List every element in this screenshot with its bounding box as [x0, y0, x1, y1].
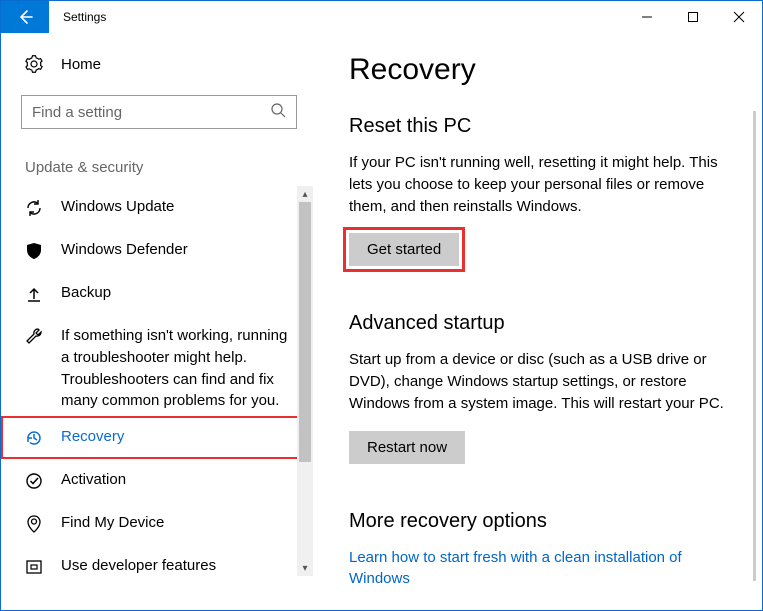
sidebar-item-developer[interactable]: Use developer features	[1, 545, 313, 588]
sidebar-item-label: Windows Defender	[61, 241, 188, 259]
sidebar-item-activation[interactable]: Activation	[1, 459, 313, 502]
sidebar-item-label: Activation	[61, 471, 126, 489]
sidebar-item-windows-update[interactable]: Windows Update	[1, 186, 313, 229]
shield-icon	[25, 242, 43, 260]
scroll-down-icon[interactable]: ▾	[297, 560, 313, 576]
sidebar-item-recovery[interactable]: Recovery	[1, 416, 313, 459]
get-started-button[interactable]: Get started	[349, 233, 459, 266]
sidebar-scrollbar[interactable]: ▴ ▾	[297, 186, 313, 576]
search-placeholder: Find a setting	[32, 104, 122, 121]
restart-now-button[interactable]: Restart now	[349, 431, 465, 464]
sidebar-nav: Windows Update Windows Defender Backup	[1, 186, 313, 588]
section-reset-this-pc: Reset this PC If your PC isn't running w…	[349, 115, 734, 266]
titlebar: Settings	[1, 1, 762, 33]
sidebar-hint-text: If something isn't working, running a tr…	[61, 325, 297, 412]
sidebar-item-label: Use developer features	[61, 557, 216, 575]
sidebar-item-label: Backup	[61, 284, 111, 302]
sync-icon	[25, 199, 43, 217]
backup-icon	[25, 285, 43, 303]
section-title: More recovery options	[349, 510, 734, 533]
wrench-icon	[25, 327, 43, 345]
home-label: Home	[61, 56, 101, 73]
back-button[interactable]	[1, 1, 49, 33]
main-scrollbar[interactable]	[753, 111, 756, 581]
sidebar-section-label: Update & security	[1, 129, 313, 186]
gear-icon	[25, 55, 43, 73]
sidebar-item-windows-defender[interactable]: Windows Defender	[1, 229, 313, 272]
sidebar-item-backup[interactable]: Backup	[1, 272, 313, 315]
sidebar-item-find-my-device[interactable]: Find My Device	[1, 502, 313, 545]
close-button[interactable]	[716, 1, 762, 33]
content-area: Home Find a setting Update & security Wi…	[1, 33, 762, 610]
search-input[interactable]: Find a setting	[21, 95, 297, 129]
location-icon	[25, 515, 43, 533]
sidebar-item-label: Find My Device	[61, 514, 164, 532]
section-title: Advanced startup	[349, 312, 734, 335]
sidebar-item-label: Windows Update	[61, 198, 174, 216]
check-circle-icon	[25, 472, 43, 490]
search-icon	[270, 102, 286, 122]
sidebar-item-label: Recovery	[61, 428, 124, 446]
start-fresh-link[interactable]: Learn how to start fresh with a clean in…	[349, 547, 734, 589]
page-title: Recovery	[349, 53, 734, 87]
section-title: Reset this PC	[349, 115, 734, 138]
scroll-up-icon[interactable]: ▴	[297, 186, 313, 202]
sidebar-troubleshoot-hint: If something isn't working, running a tr…	[1, 315, 313, 416]
sidebar: Home Find a setting Update & security Wi…	[1, 33, 313, 610]
minimize-button[interactable]	[624, 1, 670, 33]
scroll-thumb[interactable]	[299, 202, 311, 462]
section-advanced-startup: Advanced startup Start up from a device …	[349, 312, 734, 463]
maximize-button[interactable]	[670, 1, 716, 33]
section-body: Start up from a device or disc (such as …	[349, 349, 734, 414]
main-pane: Recovery Reset this PC If your PC isn't …	[313, 33, 762, 610]
home-button[interactable]: Home	[1, 51, 313, 77]
section-body: If your PC isn't running well, resetting…	[349, 152, 734, 217]
section-more-recovery: More recovery options Learn how to start…	[349, 510, 734, 589]
window-title: Settings	[49, 10, 106, 24]
history-icon	[25, 429, 43, 447]
developer-icon	[25, 558, 43, 576]
arrow-left-icon	[16, 8, 34, 26]
scroll-track[interactable]	[297, 202, 313, 560]
